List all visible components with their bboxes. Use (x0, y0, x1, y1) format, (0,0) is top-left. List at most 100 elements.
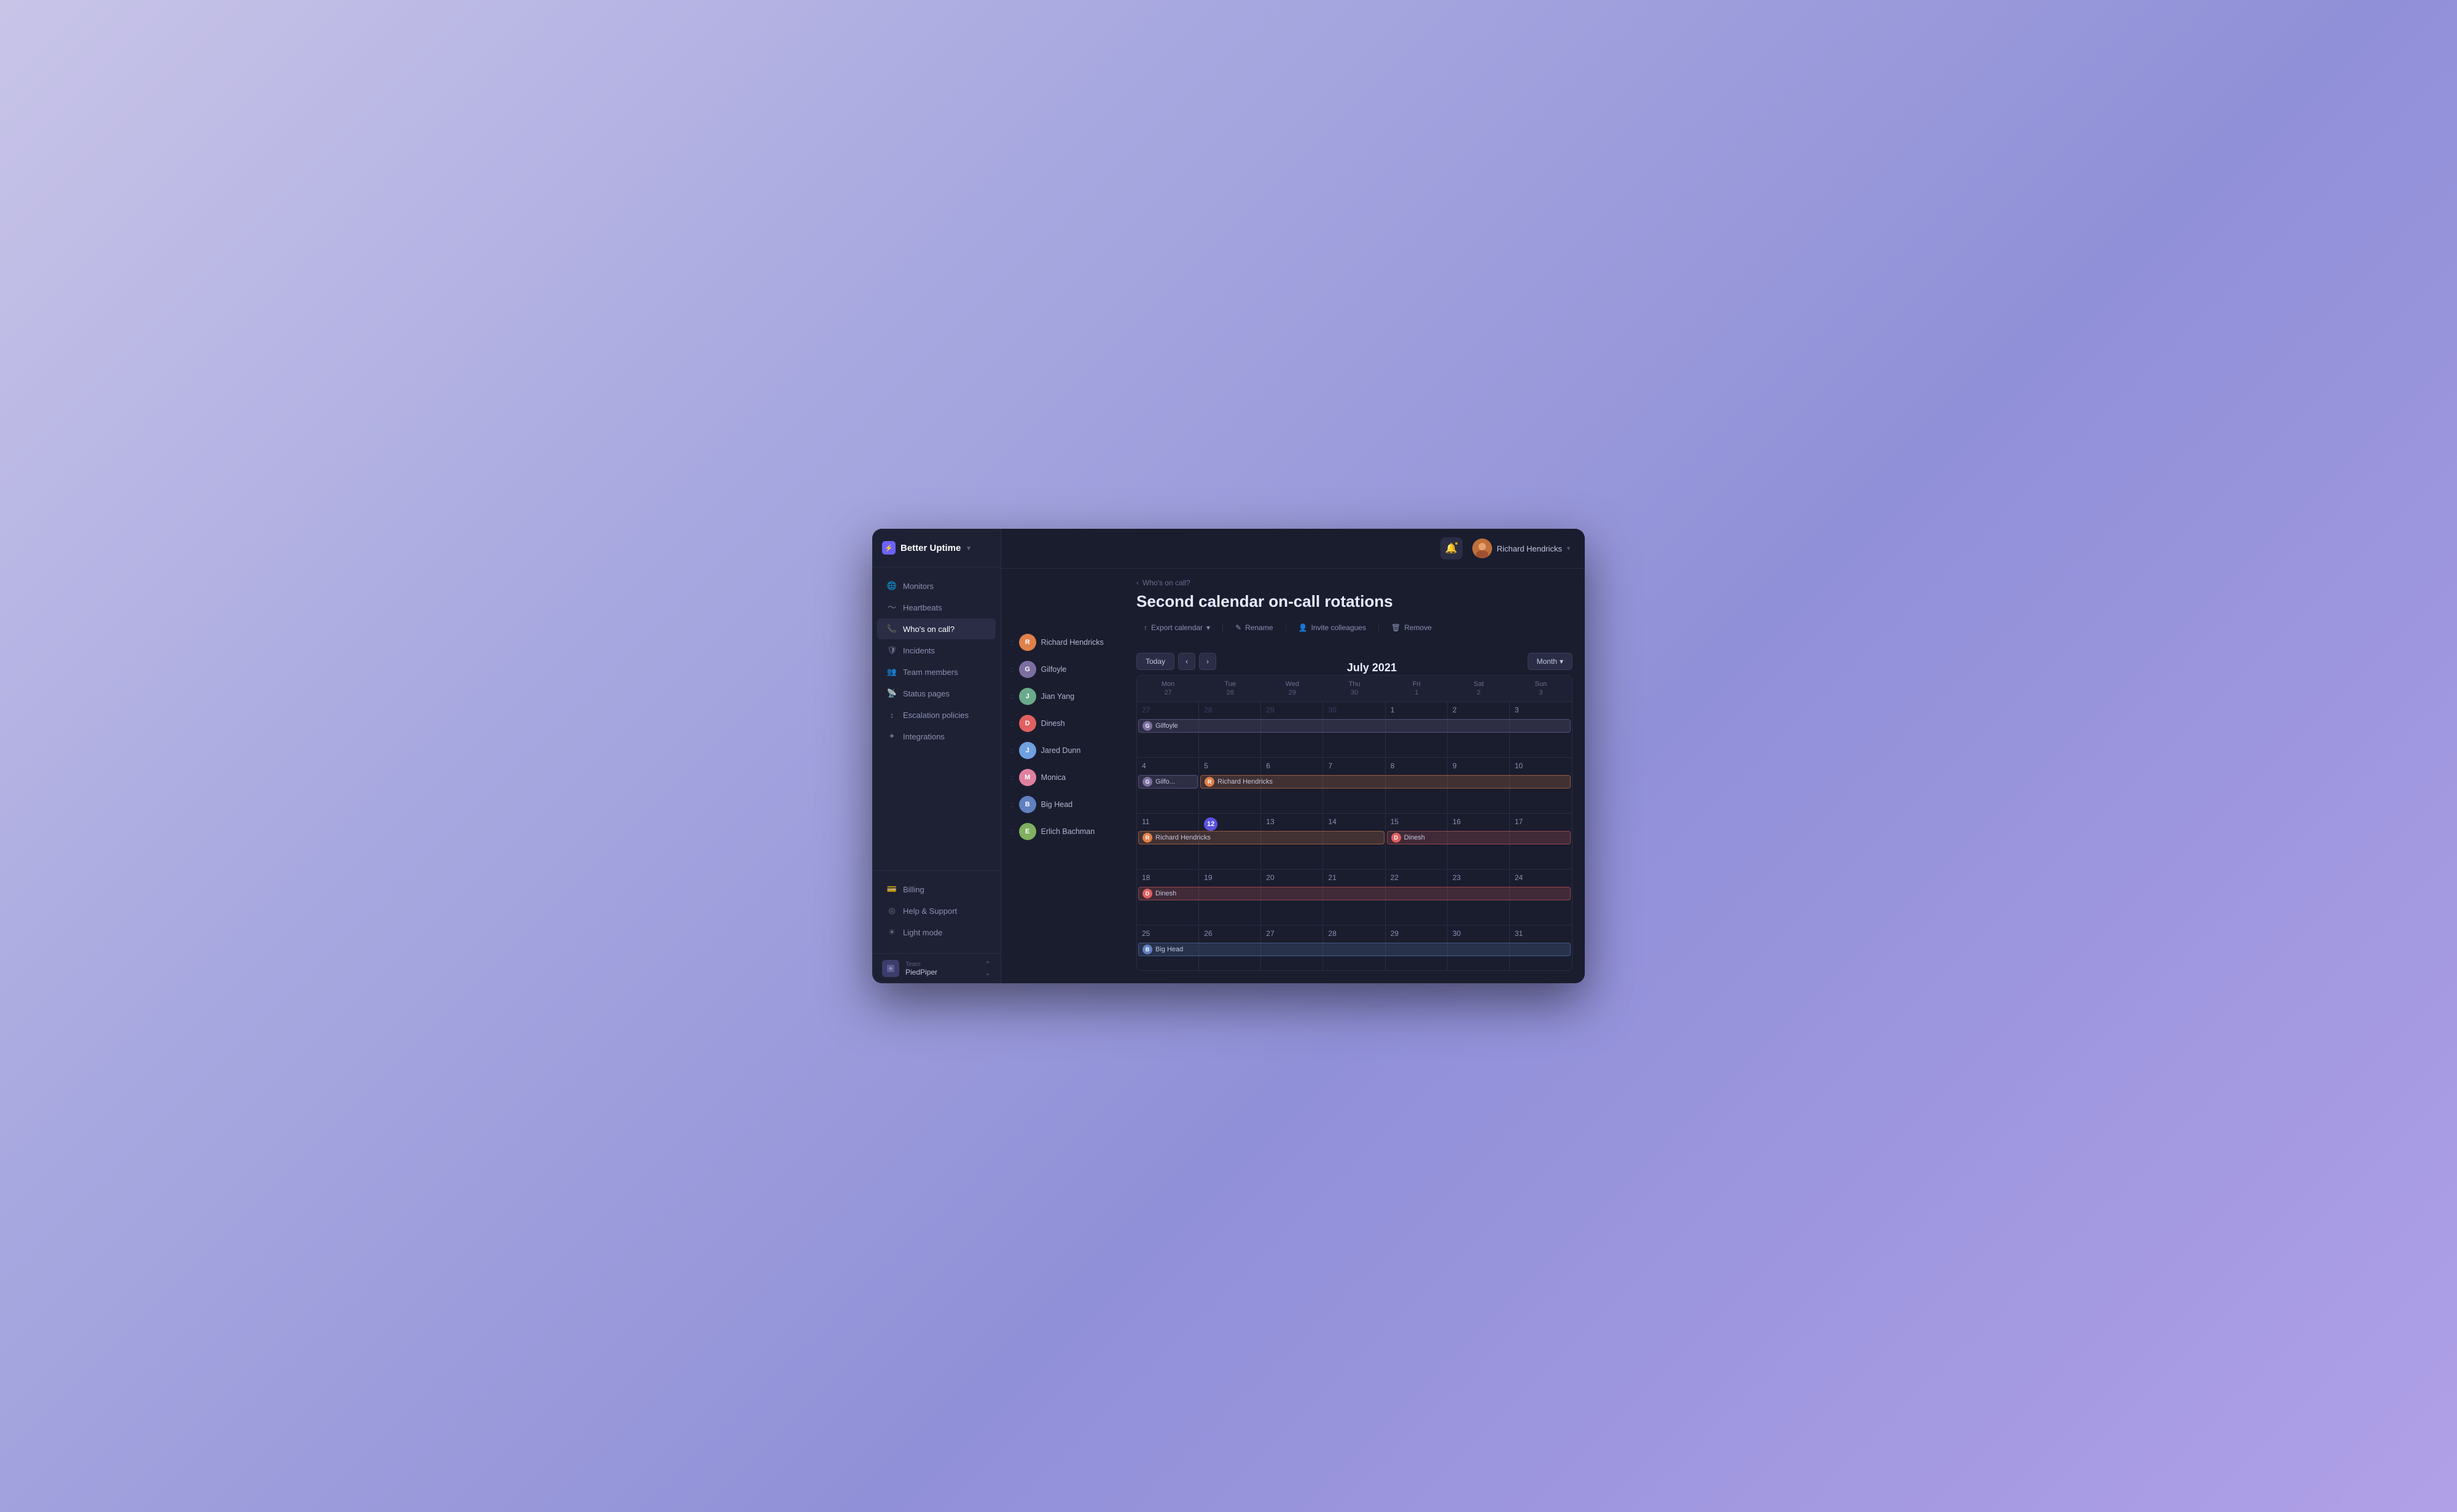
logo-icon: ⚡ (882, 541, 896, 555)
event-label: Gilfoyle (1155, 722, 1178, 730)
calendar-date: 21 (1328, 873, 1380, 882)
calendar-date: 10 (1515, 762, 1567, 770)
sidebar-item-integrations[interactable]: ✦ Integrations (877, 726, 996, 747)
today-button[interactable]: Today (1136, 653, 1174, 670)
calendar-event[interactable]: RRichard Hendricks (1138, 831, 1385, 844)
calendar-date: 16 (1453, 817, 1504, 826)
rotation-member[interactable]: :: B Big Head (1001, 791, 1124, 818)
event-label: Big Head (1155, 946, 1183, 953)
invite-colleagues-button[interactable]: 👤 Invite colleagues (1291, 620, 1373, 636)
calendar-event[interactable]: BBig Head (1138, 943, 1571, 956)
sidebar-item-escalation-policies[interactable]: ↕ Escalation policies (877, 704, 996, 725)
rotation-member[interactable]: :: J Jian Yang (1001, 683, 1124, 710)
team-section[interactable]: Team PiedPiper ⌃⌄ (872, 953, 1001, 983)
event-avatar: D (1143, 889, 1152, 898)
escalation-icon: ↕ (887, 710, 897, 720)
event-avatar: R (1205, 777, 1214, 787)
calendar-event[interactable]: GGilfoyle (1138, 719, 1571, 733)
rotation-member[interactable]: :: D Dinesh (1001, 710, 1124, 737)
sidebar: ⚡ Better Uptime ▾ 🌐 Monitors 〜 Heartbeat… (872, 529, 1001, 983)
calendar-date: 30 (1328, 706, 1380, 714)
calendar-date: 19 (1204, 873, 1256, 882)
drag-handle-icon: :: (1010, 827, 1014, 836)
sidebar-label-whos-on-call: Who's on call? (903, 625, 955, 634)
calendar-event[interactable]: DDinesh (1138, 887, 1571, 900)
remove-button[interactable]: 🗑 Remove (1384, 620, 1439, 636)
calendar-date: 20 (1266, 873, 1318, 882)
sidebar-item-status-pages[interactable]: 📡 Status pages (877, 683, 996, 704)
sidebar-item-light-mode[interactable]: ☀ Light mode (877, 922, 996, 943)
team-chevron-icon: ⌃⌄ (985, 960, 991, 977)
toolbar-divider-1 (1222, 623, 1223, 633)
members-list: :: R Richard Hendricks :: G Gilfoyle :: … (1001, 629, 1124, 845)
sidebar-item-team-members[interactable]: 👥 Team members (877, 661, 996, 682)
calendar-nav: Today ‹ › July 2021 Month ▾ (1136, 653, 1572, 670)
sidebar-item-incidents[interactable]: 🛡 Incidents (877, 640, 996, 661)
export-calendar-button[interactable]: ↑ Export calendar ▾ (1136, 620, 1217, 636)
rotation-member[interactable]: :: G Gilfoyle (1001, 656, 1124, 683)
calendar-week-row: 27282930123GGilfoyle (1137, 702, 1572, 758)
integrations-icon: ✦ (887, 731, 897, 741)
sidebar-label-heartbeats: Heartbeats (903, 603, 942, 612)
toolbar-divider-3 (1378, 623, 1379, 633)
sidebar-label-help: Help & Support (903, 906, 957, 916)
rename-button[interactable]: ✎ Rename (1228, 620, 1280, 636)
calendar-date: 14 (1328, 817, 1380, 826)
calendar-date: 23 (1453, 873, 1504, 882)
whos-on-call-icon: 📞 (887, 624, 897, 634)
calendar-date: 8 (1391, 762, 1442, 770)
member-name: Jared Dunn (1041, 746, 1081, 755)
sidebar-item-monitors[interactable]: 🌐 Monitors (877, 575, 996, 596)
calendar-date: 7 (1328, 762, 1380, 770)
sidebar-item-billing[interactable]: 💳 Billing (877, 879, 996, 900)
sidebar-item-heartbeats[interactable]: 〜 Heartbeats (877, 597, 996, 618)
sidebar-item-help-support[interactable]: ◎ Help & Support (877, 900, 996, 921)
status-pages-icon: 📡 (887, 688, 897, 698)
calendar-date: 27 (1266, 929, 1318, 938)
notifications-button[interactable]: 🔔 (1440, 537, 1463, 559)
rotation-member[interactable]: :: E Erlich Bachman (1001, 818, 1124, 845)
calendar-day-header: Mon27 (1137, 676, 1199, 701)
drag-handle-icon: :: (1010, 773, 1014, 782)
rotation-member[interactable]: :: J Jared Dunn (1001, 737, 1124, 764)
app-logo[interactable]: ⚡ Better Uptime ▾ (872, 529, 1001, 567)
calendar-grid: Mon27Tue28Wed29Thu30Fri1Sat2Sun3 2728293… (1136, 675, 1572, 971)
team-members-icon: 👥 (887, 667, 897, 677)
calendar-nav-left: Today ‹ › (1136, 653, 1216, 670)
light-mode-icon: ☀ (887, 927, 897, 937)
app-window: ⚡ Better Uptime ▾ 🌐 Monitors 〜 Heartbeat… (872, 529, 1585, 983)
calendar-date: 22 (1391, 873, 1442, 882)
rotation-panel: :: R Richard Hendricks :: G Gilfoyle :: … (1001, 569, 1124, 983)
sidebar-label-billing: Billing (903, 885, 924, 894)
calendar-date: 25 (1142, 929, 1193, 938)
member-name: Monica (1041, 773, 1066, 782)
member-avatar: J (1019, 742, 1036, 759)
calendar-date: 11 (1142, 817, 1193, 826)
event-label: Richard Hendricks (1217, 778, 1273, 785)
rotation-member[interactable]: :: M Monica (1001, 764, 1124, 791)
drag-handle-icon: :: (1010, 800, 1014, 809)
calendar-week-row: 45678910GGilfo...RRichard Hendricks (1137, 758, 1572, 814)
member-avatar: M (1019, 769, 1036, 786)
month-view-button[interactable]: Month ▾ (1528, 653, 1572, 670)
trash-icon: 🗑 (1391, 623, 1400, 632)
event-avatar: D (1391, 833, 1401, 843)
calendar-week-row: 11121314151617RRichard HendricksDDinesh (1137, 814, 1572, 870)
breadcrumb[interactable]: ‹ Who's on call? (1136, 579, 1572, 587)
prev-month-button[interactable]: ‹ (1178, 653, 1195, 670)
sidebar-item-whos-on-call[interactable]: 📞 Who's on call? (877, 618, 996, 639)
calendar-event[interactable]: RRichard Hendricks (1200, 775, 1571, 789)
topbar: 🔔 Richard Hendricks ▾ (1001, 529, 1585, 569)
calendar-event[interactable]: DDinesh (1387, 831, 1571, 844)
sidebar-label-light-mode: Light mode (903, 928, 942, 937)
user-menu[interactable]: Richard Hendricks ▾ (1472, 539, 1570, 558)
user-name: Richard Hendricks (1497, 544, 1562, 553)
sidebar-label-escalation: Escalation policies (903, 711, 969, 720)
sidebar-label-team-members: Team members (903, 668, 958, 677)
event-avatar: B (1143, 945, 1152, 954)
sidebar-label-integrations: Integrations (903, 732, 945, 741)
calendar-date: 29 (1266, 706, 1318, 714)
rotation-member[interactable]: :: R Richard Hendricks (1001, 629, 1124, 656)
next-month-button[interactable]: › (1199, 653, 1216, 670)
calendar-event[interactable]: GGilfo... (1138, 775, 1198, 789)
